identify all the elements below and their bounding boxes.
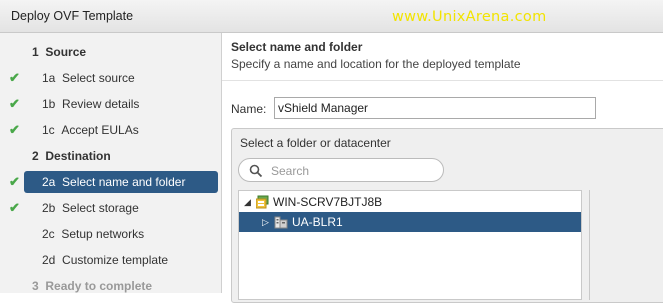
tree-divider [589,190,590,300]
window-title: Deploy OVF Template [11,9,134,23]
search-icon [249,164,263,178]
tree-item-label: UA-BLR1 [292,215,343,229]
step-label: 1c Accept EULAs [42,123,139,137]
step-label: 2c Setup networks [42,227,145,241]
name-input[interactable] [274,97,596,119]
page-title: Select name and folder [231,40,363,54]
step-label: 1a Select source [42,71,135,85]
checkmark-icon: ✔ [9,96,20,111]
step-1c-accept-eulas[interactable]: ✔ 1c Accept EULAs [0,119,222,141]
step-1a-select-source[interactable]: ✔ 1a Select source [0,67,222,89]
step-label: 1b Review details [42,97,140,111]
folder-tree: ◢ WIN-SCRV7BJTJ8B ▷ UA-BLR1 [238,190,582,300]
name-label: Name: [231,102,267,116]
step-2-destination[interactable]: 2 Destination [0,145,222,167]
vcenter-icon [256,195,269,209]
datacenter-icon [274,216,288,229]
step-1-source[interactable]: 1 Source [0,41,222,63]
step-3-ready-to-complete: 3 Ready to complete [0,275,222,297]
step-label: 2 Destination [32,149,111,163]
step-2d-customize-template[interactable]: 2d Customize template [0,249,222,271]
tree-item-vcenter[interactable]: ◢ WIN-SCRV7BJTJ8B [239,192,581,212]
step-label: 3 Ready to complete [32,279,153,293]
checkmark-icon: ✔ [9,174,20,189]
step-label: 2a Select name and folder [42,175,186,189]
expanded-arrow-icon[interactable]: ◢ [244,192,254,212]
step-label: 2d Customize template [42,253,169,267]
search-box[interactable] [238,158,444,182]
search-input[interactable] [271,162,436,179]
checkmark-icon: ✔ [9,122,20,137]
folder-label: Select a folder or datacenter [240,136,391,150]
step-label: 2b Select storage [42,201,139,215]
collapsed-arrow-icon[interactable]: ▷ [262,212,272,232]
checkmark-icon: ✔ [9,200,20,215]
step-label: 1 Source [32,45,87,59]
divider [222,80,663,81]
step-2b-select-storage[interactable]: ✔ 2b Select storage [0,197,222,219]
title-bar: Deploy OVF Template www.UnixArena.com [0,0,663,33]
tree-item-datacenter[interactable]: ▷ UA-BLR1 [239,212,581,232]
tree-item-label: WIN-SCRV7BJTJ8B [273,195,383,209]
checkmark-icon: ✔ [9,70,20,85]
page-description: Specify a name and location for the depl… [231,57,521,71]
wizard-steps-sidebar: 1 Source ✔ 1a Select source ✔ 1b Review … [0,33,222,293]
step-1b-review-details[interactable]: ✔ 1b Review details [0,93,222,115]
step-2c-setup-networks[interactable]: 2c Setup networks [0,223,222,245]
step-2a-select-name-and-folder[interactable]: 2a Select name and folder [24,171,218,193]
folder-selection-panel: Select a folder or datacenter ◢ WIN-SCRV… [231,128,663,303]
main-content: Select name and folder Specify a name an… [222,33,663,303]
watermark: www.UnixArena.com [392,9,547,25]
